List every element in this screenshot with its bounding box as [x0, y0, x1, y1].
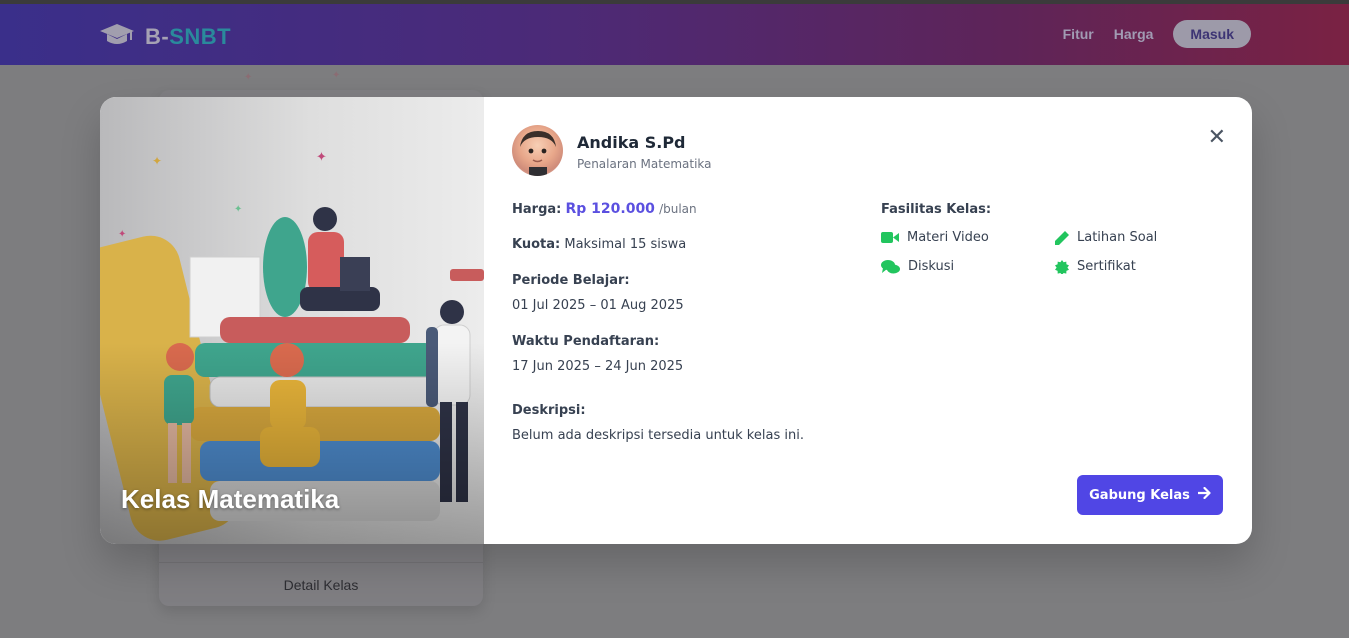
pencil-icon	[1055, 230, 1069, 245]
class-detail-content: ✕ Andika S.Pd Penalaran Matematika Harga…	[484, 97, 1252, 544]
facility-exercise: Latihan Soal	[1055, 230, 1157, 245]
facility-label: Sertifikat	[1077, 259, 1136, 274]
facility-certificate: Sertifikat	[1055, 259, 1136, 274]
price-unit: /bulan	[659, 202, 697, 216]
facility-discussion: Diskusi	[881, 259, 954, 274]
description-label: Deskripsi:	[512, 403, 586, 418]
price-row: Harga: Rp 120.000 /bulan	[512, 201, 697, 217]
teacher-info: Andika S.Pd Penalaran Matematika	[512, 125, 712, 176]
registration-value: 17 Jun 2025 – 24 Jun 2025	[512, 359, 684, 374]
class-hero-image: ✦ ✦ ✦ ✦ Kelas Matematika	[100, 97, 484, 544]
facility-label: Materi Video	[907, 230, 989, 245]
facilities-title: Fasilitas Kelas:	[881, 202, 992, 217]
logo[interactable]: B-SNBT	[99, 22, 231, 52]
graduation-cap-icon	[99, 22, 135, 52]
description-value: Belum ada deskripsi tersedia untuk kelas…	[512, 428, 804, 443]
facility-video: Materi Video	[881, 230, 989, 245]
join-class-button[interactable]: Gabung Kelas	[1077, 475, 1223, 515]
arrow-right-icon	[1196, 486, 1211, 503]
nav-link-fitur[interactable]: Fitur	[1063, 26, 1094, 42]
teacher-subject: Penalaran Matematika	[577, 156, 712, 171]
facility-label: Diskusi	[908, 259, 955, 274]
close-icon[interactable]: ✕	[1208, 127, 1226, 149]
main-nav: Fitur Harga Masuk	[1063, 20, 1251, 48]
registration-label: Waktu Pendaftaran:	[512, 334, 660, 349]
study-period-label: Periode Belajar:	[512, 273, 630, 288]
teacher-avatar	[512, 125, 563, 176]
price-value: Rp 120.000	[565, 201, 655, 217]
join-class-label: Gabung Kelas	[1089, 487, 1190, 503]
nav-link-harga[interactable]: Harga	[1114, 26, 1154, 42]
quota-row: Kuota: Maksimal 15 siswa	[512, 237, 686, 252]
quota-label: Kuota:	[512, 237, 561, 252]
price-label: Harga:	[512, 202, 562, 217]
logo-text: B-SNBT	[145, 24, 232, 49]
certificate-icon	[1055, 259, 1069, 274]
facility-label: Latihan Soal	[1077, 230, 1158, 245]
class-detail-modal: ✦ ✦ ✦ ✦ Kelas Matematika ✕ Andika S.Pd P…	[100, 97, 1252, 544]
detail-class-button[interactable]: Detail Kelas	[159, 562, 483, 606]
login-button[interactable]: Masuk	[1173, 20, 1251, 48]
comments-icon	[881, 259, 900, 274]
quota-value: Maksimal 15 siswa	[564, 237, 687, 252]
teacher-name: Andika S.Pd	[577, 132, 686, 152]
video-icon	[881, 231, 899, 244]
site-header: B-SNBT Fitur Harga Masuk	[0, 4, 1349, 65]
study-period-value: 01 Jul 2025 – 01 Aug 2025	[512, 298, 684, 313]
class-title: Kelas Matematika	[121, 484, 340, 514]
